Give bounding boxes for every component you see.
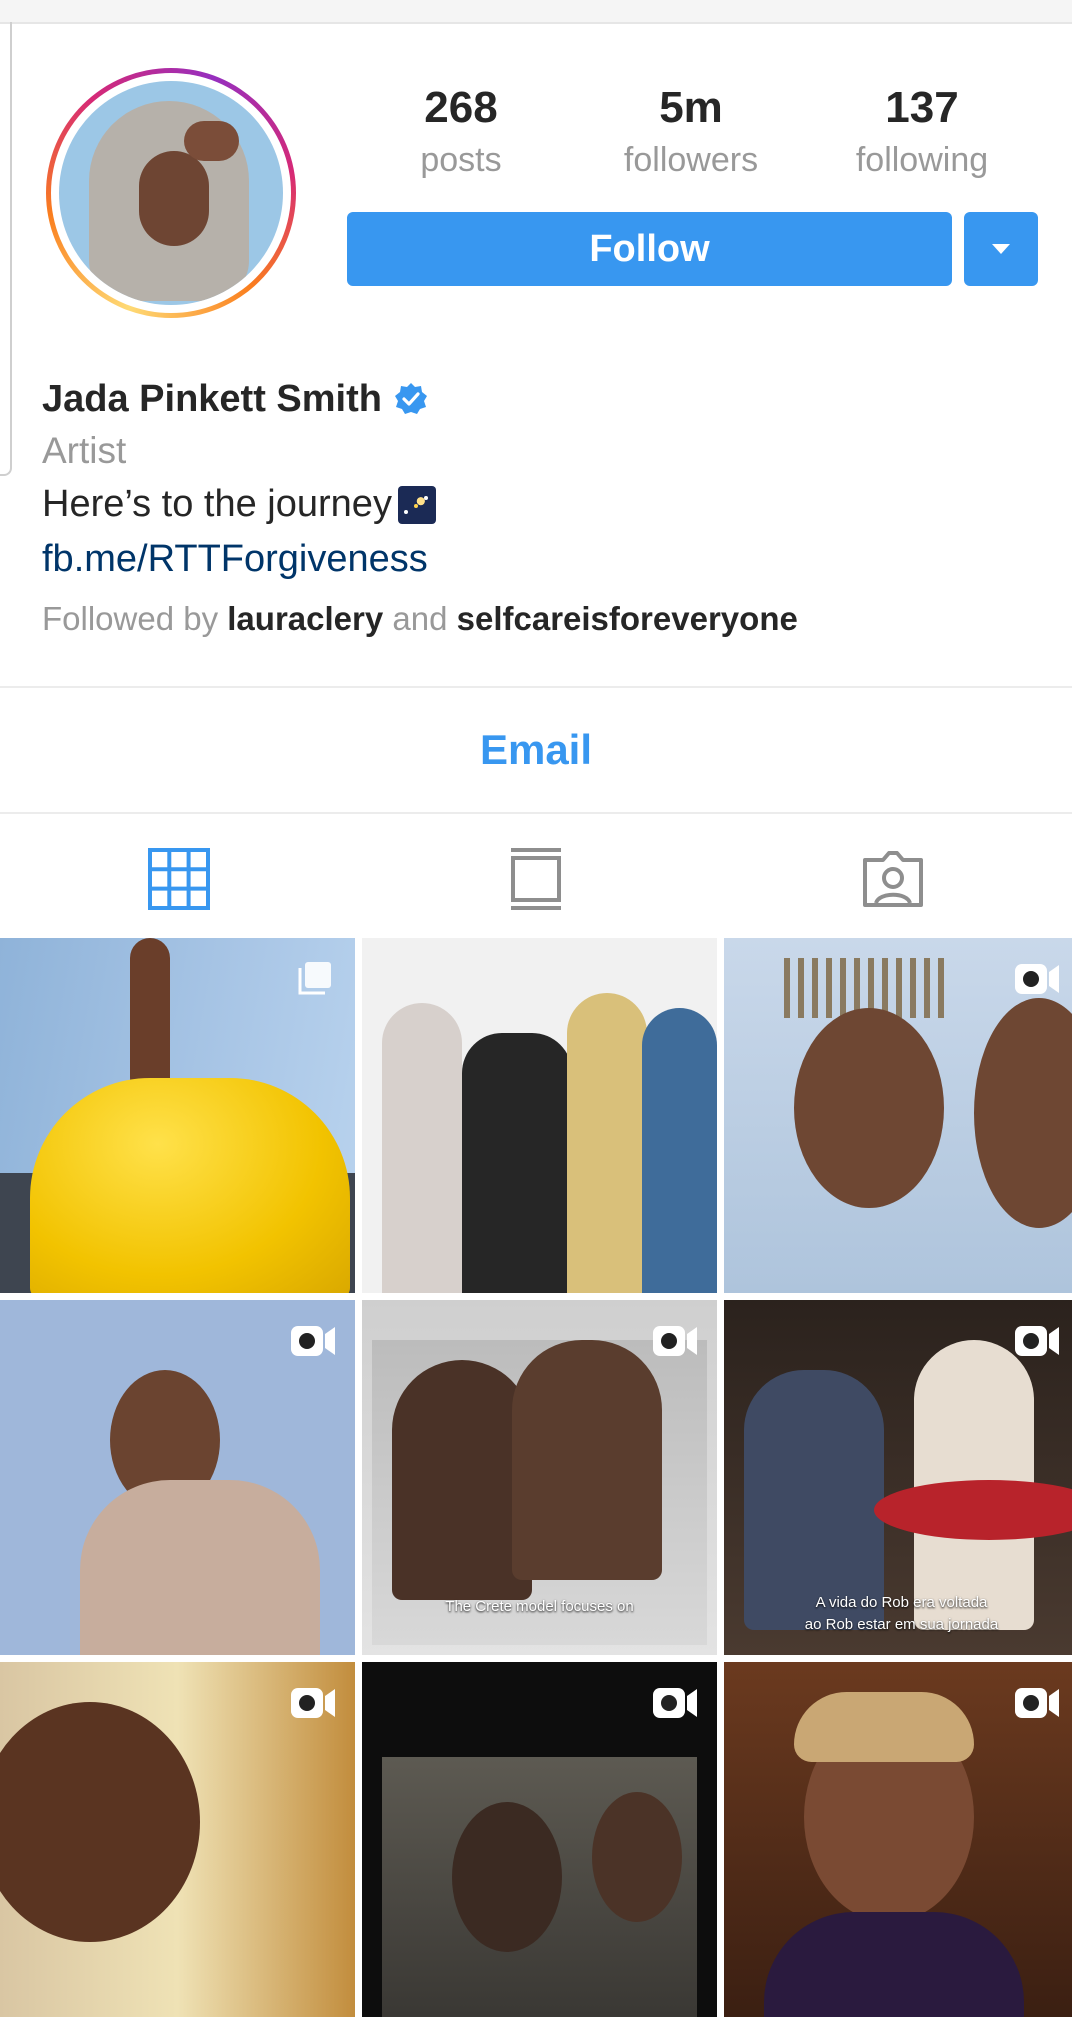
post-face (794, 1008, 944, 1208)
post-person (392, 1360, 532, 1600)
post-tile[interactable] (0, 938, 355, 1293)
post-person (462, 1033, 572, 1293)
post-top (764, 1912, 1024, 2017)
post-figure (130, 938, 170, 1098)
profile-name-row: Jada Pinkett Smith (42, 372, 428, 426)
post-figures (80, 1480, 320, 1655)
post-person (382, 1003, 462, 1293)
post-face (592, 1792, 682, 1922)
verified-badge-icon (394, 383, 427, 414)
post-caption-line-1: A vida do Rob era voltada (815, 1594, 988, 1611)
feed-icon (510, 848, 561, 910)
followed-by-connector: and (392, 600, 448, 637)
post-face (974, 998, 1072, 1228)
video-icon (291, 1688, 335, 1718)
email-button[interactable]: Email (0, 688, 1072, 812)
video-icon (291, 1326, 335, 1356)
follow-button[interactable]: Follow (347, 212, 952, 286)
grid-icon (147, 848, 210, 910)
posts-count[interactable]: 268 posts (361, 82, 561, 182)
post-person (567, 993, 647, 1293)
video-icon (1015, 1688, 1059, 1718)
bio-text: Here’s to the journey (42, 483, 392, 525)
avatar-hand (184, 121, 239, 161)
profile-category: Artist (42, 430, 127, 471)
profile-name: Jada Pinkett Smith (42, 377, 382, 420)
tab-feed[interactable] (357, 820, 714, 938)
post-caption: The Crete model focuses on (445, 1598, 634, 1615)
divider-tabs (0, 812, 1072, 814)
post-person (642, 1008, 717, 1293)
post-tile[interactable]: A vida do Rob era voltada ao Rob estar e… (724, 1300, 1072, 1655)
followed-by-prefix: Followed by (42, 600, 219, 637)
following-value: 137 (885, 83, 959, 132)
followers-label: followers (623, 141, 759, 179)
posts-value: 268 (424, 83, 498, 132)
post-tile[interactable] (724, 938, 1072, 1293)
profile-avatar[interactable] (46, 68, 296, 318)
post-yellow-gown (30, 1078, 350, 1293)
avatar-ring-gap (51, 73, 291, 313)
posts-label: posts (420, 141, 502, 179)
post-face (0, 1702, 200, 1942)
post-person (512, 1340, 662, 1580)
avatar-photo (59, 81, 283, 305)
post-table (874, 1480, 1072, 1540)
post-person (744, 1370, 884, 1630)
suggested-dropdown-button[interactable] (964, 212, 1038, 286)
following-label: following (855, 141, 989, 179)
post-face (452, 1802, 562, 1952)
post-caption-line-2: ao Rob estar em sua jornada (804, 1616, 999, 1633)
followers-value: 5m (659, 83, 723, 132)
following-count[interactable]: 137 following (822, 82, 1022, 182)
post-tile[interactable] (362, 938, 717, 1293)
post-hair (794, 1692, 974, 1762)
post-tile[interactable]: The Crete model focuses on (362, 1300, 717, 1655)
video-icon (653, 1326, 697, 1356)
profile-link[interactable]: fb.me/RTTForgiveness (42, 538, 428, 581)
followed-by-user-1[interactable]: lauraclery (227, 600, 383, 637)
followers-count[interactable]: 5m followers (591, 82, 791, 182)
night-sky-emoji-icon (397, 485, 436, 524)
post-tile[interactable] (362, 1662, 717, 2017)
video-icon (653, 1688, 697, 1718)
tagged-icon (862, 851, 923, 907)
tab-grid[interactable] (0, 820, 357, 938)
post-tile[interactable] (0, 1662, 355, 2017)
avatar-face (139, 151, 209, 246)
post-tile[interactable] (0, 1300, 355, 1655)
left-panel-edge (0, 22, 12, 476)
profile-bio: Here’s to the journey (42, 483, 436, 526)
post-tile[interactable] (724, 1662, 1072, 2017)
chevron-down-icon (992, 244, 1010, 254)
followed-by-text[interactable]: Followed by lauraclery and selfcareisfor… (42, 600, 798, 638)
video-icon (1015, 1326, 1059, 1356)
followed-by-user-2[interactable]: selfcareisforeveryone (457, 600, 798, 637)
video-icon (1015, 964, 1059, 994)
posts-grid: The Crete model focuses on A vida do Rob… (0, 938, 1072, 2017)
carousel-icon (298, 962, 331, 995)
status-bar (0, 0, 1072, 24)
tab-tagged[interactable] (714, 820, 1071, 938)
